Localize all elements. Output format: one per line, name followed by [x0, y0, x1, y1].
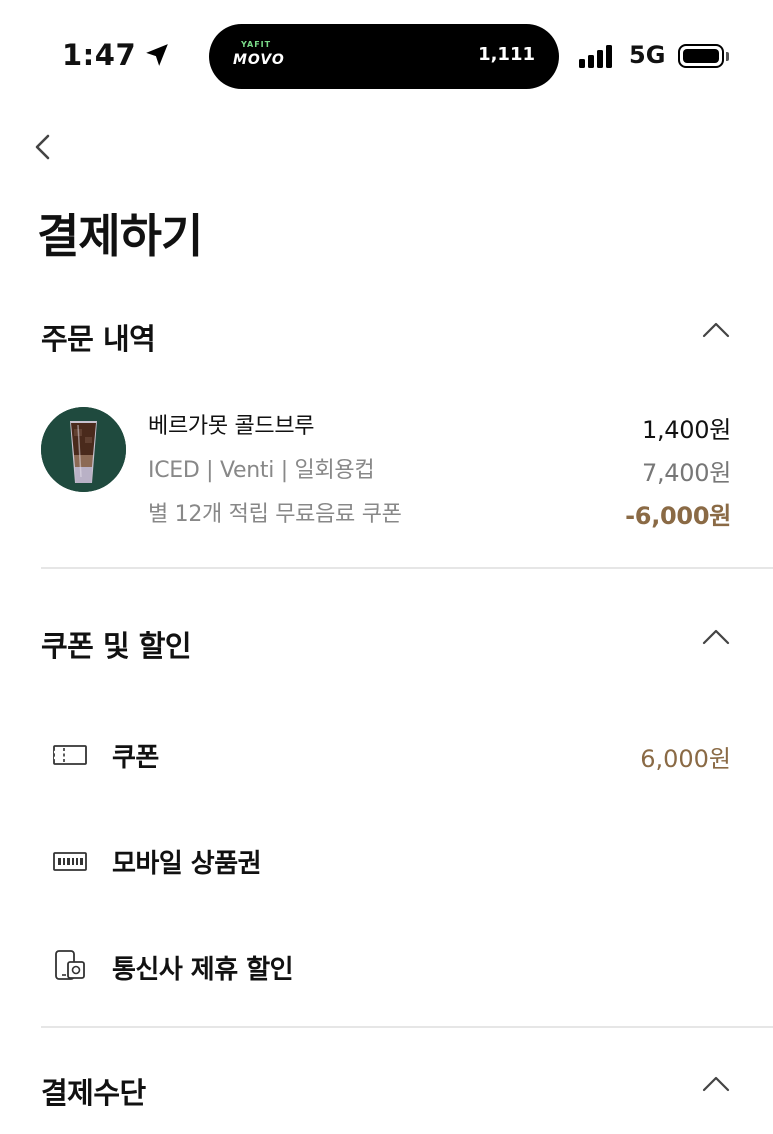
location-arrow-icon: [146, 44, 168, 66]
discount-section-header[interactable]: 쿠폰 및 할인: [41, 617, 731, 667]
battery-icon: [678, 44, 724, 68]
applied-coupon-desc: 별 12개 적립 무료음료 쿠폰: [148, 502, 402, 527]
status-bar: 1:47 YAFIT MOVO 1,111 5G: [0, 0, 773, 110]
battery-cap: [726, 52, 729, 61]
base-price: 7,400원: [642, 459, 731, 487]
mobile-gift-card-label: 모바일 상품권: [112, 849, 262, 879]
phone-discount-icon: [55, 950, 85, 980]
island-brand-top: YAFIT: [241, 40, 272, 49]
coupon-ticket-icon: [53, 745, 87, 765]
coupon-row[interactable]: 쿠폰 6,000원: [52, 735, 731, 775]
chevron-up-icon[interactable]: [701, 1074, 731, 1094]
island-step-count: 1,111: [478, 44, 535, 65]
coupon-discount-amount: -6,000원: [625, 502, 731, 530]
chevron-up-icon[interactable]: [701, 627, 731, 647]
payment-section-header[interactable]: 결제수단: [41, 1064, 731, 1114]
page-title: 결제하기: [37, 209, 203, 263]
product-name: 베르가못 콜드브루: [148, 414, 315, 439]
island-brand-logo: MOVO: [233, 52, 285, 68]
carrier-discount-row[interactable]: 통신사 제휴 할인: [52, 947, 731, 987]
order-section-header[interactable]: 주문 내역: [41, 310, 731, 360]
extra-price: 1,400원: [642, 416, 731, 444]
dynamic-island: YAFIT MOVO 1,111: [209, 24, 559, 89]
mobile-gift-card-row[interactable]: 모바일 상품권: [52, 841, 731, 881]
product-image: [41, 407, 126, 492]
status-time-text: 1:47: [62, 38, 137, 72]
status-time: 1:47: [62, 38, 170, 72]
discount-section-title: 쿠폰 및 할인: [41, 629, 192, 663]
order-section-title: 주문 내역: [41, 322, 156, 356]
iced-coffee-cup-icon: [41, 407, 126, 492]
section-divider: [41, 567, 773, 569]
back-chevron-icon[interactable]: [30, 130, 60, 164]
carrier-discount-label: 통신사 제휴 할인: [112, 955, 294, 985]
payment-section-title: 결제수단: [41, 1076, 146, 1110]
chevron-up-icon[interactable]: [701, 320, 731, 340]
cellular-signal-icon: [579, 44, 612, 68]
coupon-label: 쿠폰: [112, 743, 159, 773]
section-divider: [41, 1026, 773, 1028]
network-type: 5G: [629, 41, 666, 69]
coupon-value: 6,000원: [640, 745, 731, 773]
product-options: ICED | Venti | 일회용컵: [148, 458, 375, 483]
gift-card-icon: [53, 852, 87, 871]
